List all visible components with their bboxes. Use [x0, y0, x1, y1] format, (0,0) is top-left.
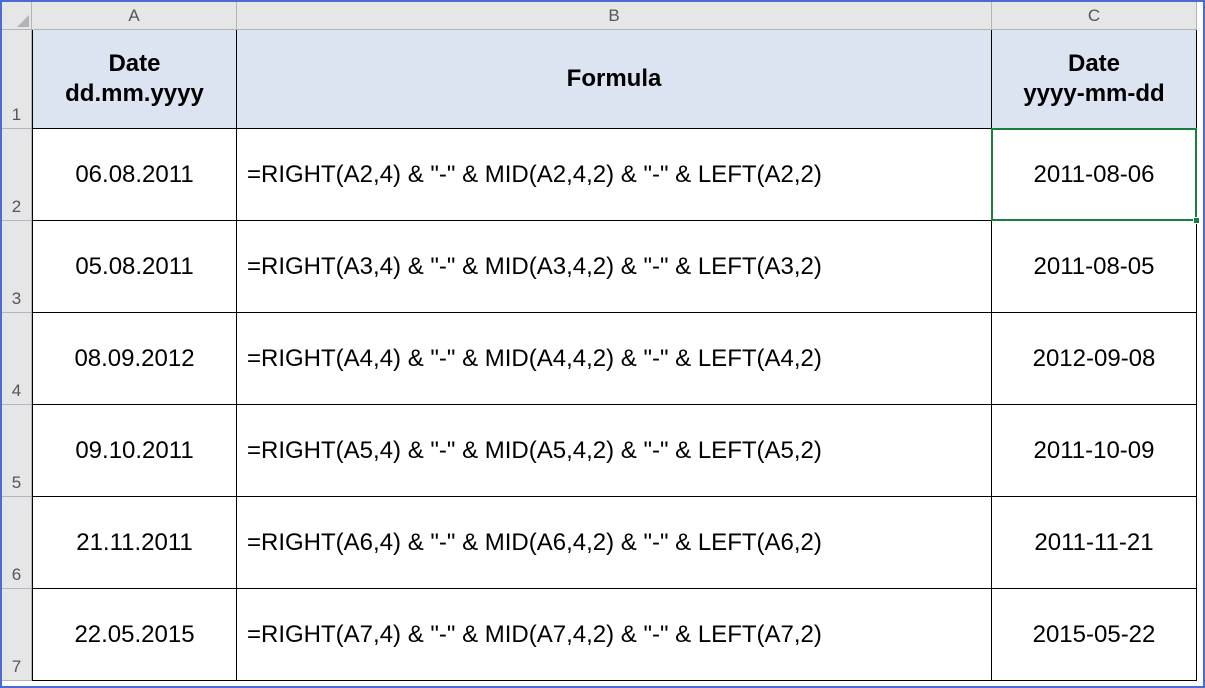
cell-value: 2012-09-08	[1033, 345, 1156, 373]
cell-C2[interactable]: 2011-08-06	[992, 129, 1197, 221]
cell-A2[interactable]: 06.08.2011	[32, 129, 237, 221]
table-row: 08.09.2012 =RIGHT(A4,4) & "-" & MID(A4,4,…	[32, 313, 1203, 405]
cell-value: 09.10.2011	[75, 437, 193, 465]
cell-A7[interactable]: 22.05.2015	[32, 589, 237, 681]
cell-grid: Date dd.mm.yyyy Formula Date yyyy-mm-dd …	[32, 30, 1203, 681]
row-header-2[interactable]: 2	[2, 129, 32, 221]
table-row: 09.10.2011 =RIGHT(A5,4) & "-" & MID(A5,4,…	[32, 405, 1203, 497]
table-row: 05.08.2011 =RIGHT(A3,4) & "-" & MID(A3,4,…	[32, 221, 1203, 313]
cell-A5[interactable]: 09.10.2011	[32, 405, 237, 497]
header-A-text: Date dd.mm.yyyy	[65, 49, 204, 109]
cell-value: 06.08.2011	[75, 161, 193, 189]
row-header-4[interactable]: 4	[2, 313, 32, 405]
col-header-C[interactable]: C	[992, 2, 1197, 30]
cell-C5[interactable]: 2011-10-09	[992, 405, 1197, 497]
cell-B6[interactable]: =RIGHT(A6,4) & "-" & MID(A6,4,2) & "-" &…	[237, 497, 992, 589]
cell-value: 2011-08-05	[1034, 253, 1155, 281]
cell-value: 05.08.2011	[75, 253, 193, 281]
header-cell-B[interactable]: Formula	[237, 30, 992, 129]
row-header-6[interactable]: 6	[2, 497, 32, 589]
select-all-corner[interactable]	[2, 2, 32, 30]
header-C-text: Date yyyy-mm-dd	[1023, 49, 1164, 109]
cell-C6[interactable]: 2011-11-21	[992, 497, 1197, 589]
row-header-5[interactable]: 5	[2, 405, 32, 497]
header-row: Date dd.mm.yyyy Formula Date yyyy-mm-dd	[32, 30, 1203, 129]
cell-value: =RIGHT(A2,4) & "-" & MID(A2,4,2) & "-" &…	[247, 161, 822, 189]
header-cell-A[interactable]: Date dd.mm.yyyy	[32, 30, 237, 129]
spreadsheet: A B C 1234567 Date dd.mm.yyyy Formula Da…	[0, 0, 1205, 688]
row-header-7[interactable]: 7	[2, 589, 32, 681]
cell-value: 21.11.2011	[76, 529, 193, 557]
cell-C3[interactable]: 2011-08-05	[992, 221, 1197, 313]
cell-value: =RIGHT(A4,4) & "-" & MID(A4,4,2) & "-" &…	[247, 345, 822, 373]
cell-value: 2011-08-06	[1034, 161, 1155, 189]
cell-value: 2011-11-21	[1034, 529, 1153, 557]
col-header-A[interactable]: A	[32, 2, 237, 30]
table-row: 21.11.2011 =RIGHT(A6,4) & "-" & MID(A6,4,…	[32, 497, 1203, 589]
row-header-1[interactable]: 1	[2, 30, 32, 129]
header-cell-C[interactable]: Date yyyy-mm-dd	[992, 30, 1197, 129]
row-headers: 1234567	[2, 30, 32, 681]
cell-C7[interactable]: 2015-05-22	[992, 589, 1197, 681]
cell-value: 2015-05-22	[1033, 621, 1156, 649]
cell-value: 22.05.2015	[74, 621, 194, 649]
cell-B5[interactable]: =RIGHT(A5,4) & "-" & MID(A5,4,2) & "-" &…	[237, 405, 992, 497]
cell-B2[interactable]: =RIGHT(A2,4) & "-" & MID(A2,4,2) & "-" &…	[237, 129, 992, 221]
column-headers: A B C	[32, 2, 1197, 30]
col-header-B[interactable]: B	[237, 2, 992, 30]
cell-B4[interactable]: =RIGHT(A4,4) & "-" & MID(A4,4,2) & "-" &…	[237, 313, 992, 405]
cell-value: 2011-10-09	[1034, 437, 1155, 465]
cell-A3[interactable]: 05.08.2011	[32, 221, 237, 313]
cell-value: =RIGHT(A3,4) & "-" & MID(A3,4,2) & "-" &…	[247, 253, 822, 281]
header-B-text: Formula	[567, 64, 662, 94]
table-row: 22.05.2015 =RIGHT(A7,4) & "-" & MID(A7,4,…	[32, 589, 1203, 681]
cell-value: =RIGHT(A7,4) & "-" & MID(A7,4,2) & "-" &…	[247, 621, 822, 649]
cell-value: =RIGHT(A6,4) & "-" & MID(A6,4,2) & "-" &…	[247, 529, 822, 557]
cell-B7[interactable]: =RIGHT(A7,4) & "-" & MID(A7,4,2) & "-" &…	[237, 589, 992, 681]
cell-B3[interactable]: =RIGHT(A3,4) & "-" & MID(A3,4,2) & "-" &…	[237, 221, 992, 313]
row-header-3[interactable]: 3	[2, 221, 32, 313]
cell-value: 08.09.2012	[74, 345, 194, 373]
cell-value: =RIGHT(A5,4) & "-" & MID(A5,4,2) & "-" &…	[247, 437, 822, 465]
table-row: 06.08.2011 =RIGHT(A2,4) & "-" & MID(A2,4,…	[32, 129, 1203, 221]
cell-A4[interactable]: 08.09.2012	[32, 313, 237, 405]
cell-A6[interactable]: 21.11.2011	[32, 497, 237, 589]
cell-C4[interactable]: 2012-09-08	[992, 313, 1197, 405]
